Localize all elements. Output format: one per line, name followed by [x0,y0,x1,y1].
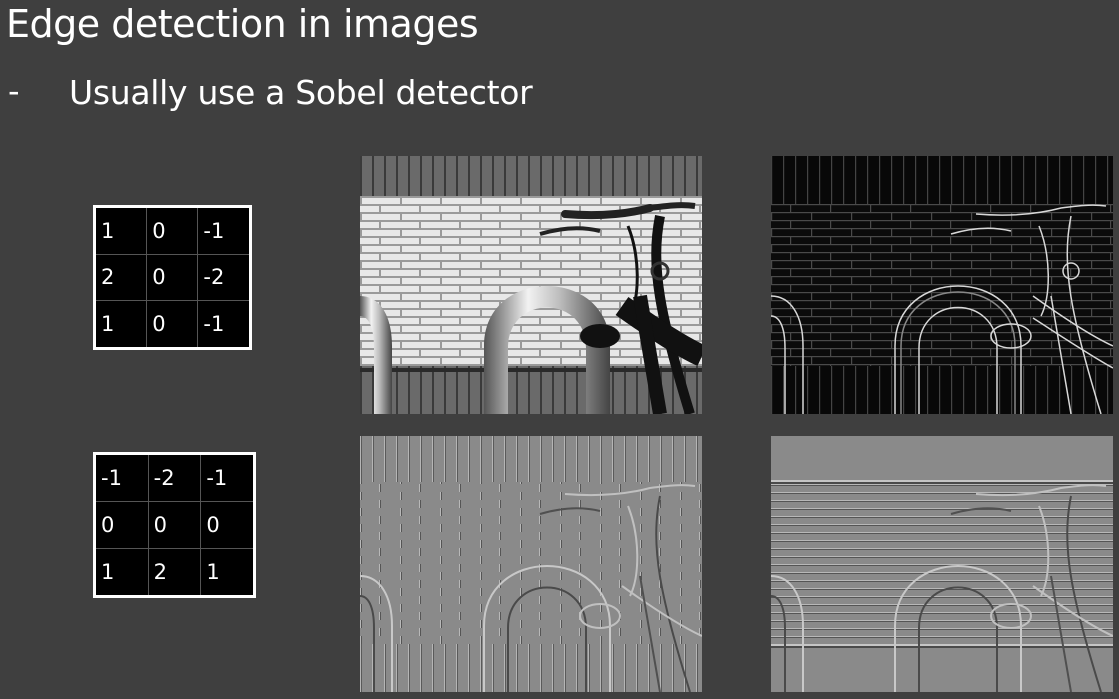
kernel-cell: 1 [200,547,255,598]
kernel-cell: 2 [93,253,148,302]
edge-magnitude-photo [771,156,1113,414]
kernel-cell: 1 [93,206,148,255]
kernel-cell: -1 [197,206,251,255]
bullet-text: Usually use a Sobel detector [69,73,533,112]
kernel-row: 1 0 -1 [93,300,251,349]
gradient-x-photo [360,436,702,692]
kernel-cell: 0 [147,501,202,549]
kernel-cell: 0 [146,300,199,349]
kernel-cell: 1 [93,300,148,349]
sobel-kernel-vertical: -1 -2 -1 0 0 0 1 2 1 [93,452,256,598]
kernel-cell: -2 [197,253,251,302]
kernel-row: 1 0 -1 [93,206,251,255]
kernel-cell: -1 [94,453,149,502]
kernel-cell: -1 [200,453,255,502]
kernel-row: -1 -2 -1 [94,453,255,502]
sobel-kernel-horizontal: 1 0 -1 2 0 -2 1 0 -1 [93,205,252,350]
kernel-cell: -2 [147,453,202,502]
kernel-cell: 0 [94,501,149,549]
kernel-cell: 2 [147,547,202,598]
kernel-cell: 0 [200,501,255,549]
kernel-cell: 0 [146,253,199,302]
kernel-row: 1 2 1 [94,547,255,598]
kernel-row: 0 0 0 [94,501,255,549]
original-photo [360,156,702,414]
bullet-marker: - [8,72,20,110]
kernel-cell: 0 [146,206,199,255]
kernel-cell: -1 [197,300,251,349]
slide-title: Edge detection in images [6,2,479,46]
kernel-cell: 1 [94,547,149,598]
gradient-y-photo [771,436,1113,692]
kernel-row: 2 0 -2 [93,253,251,302]
